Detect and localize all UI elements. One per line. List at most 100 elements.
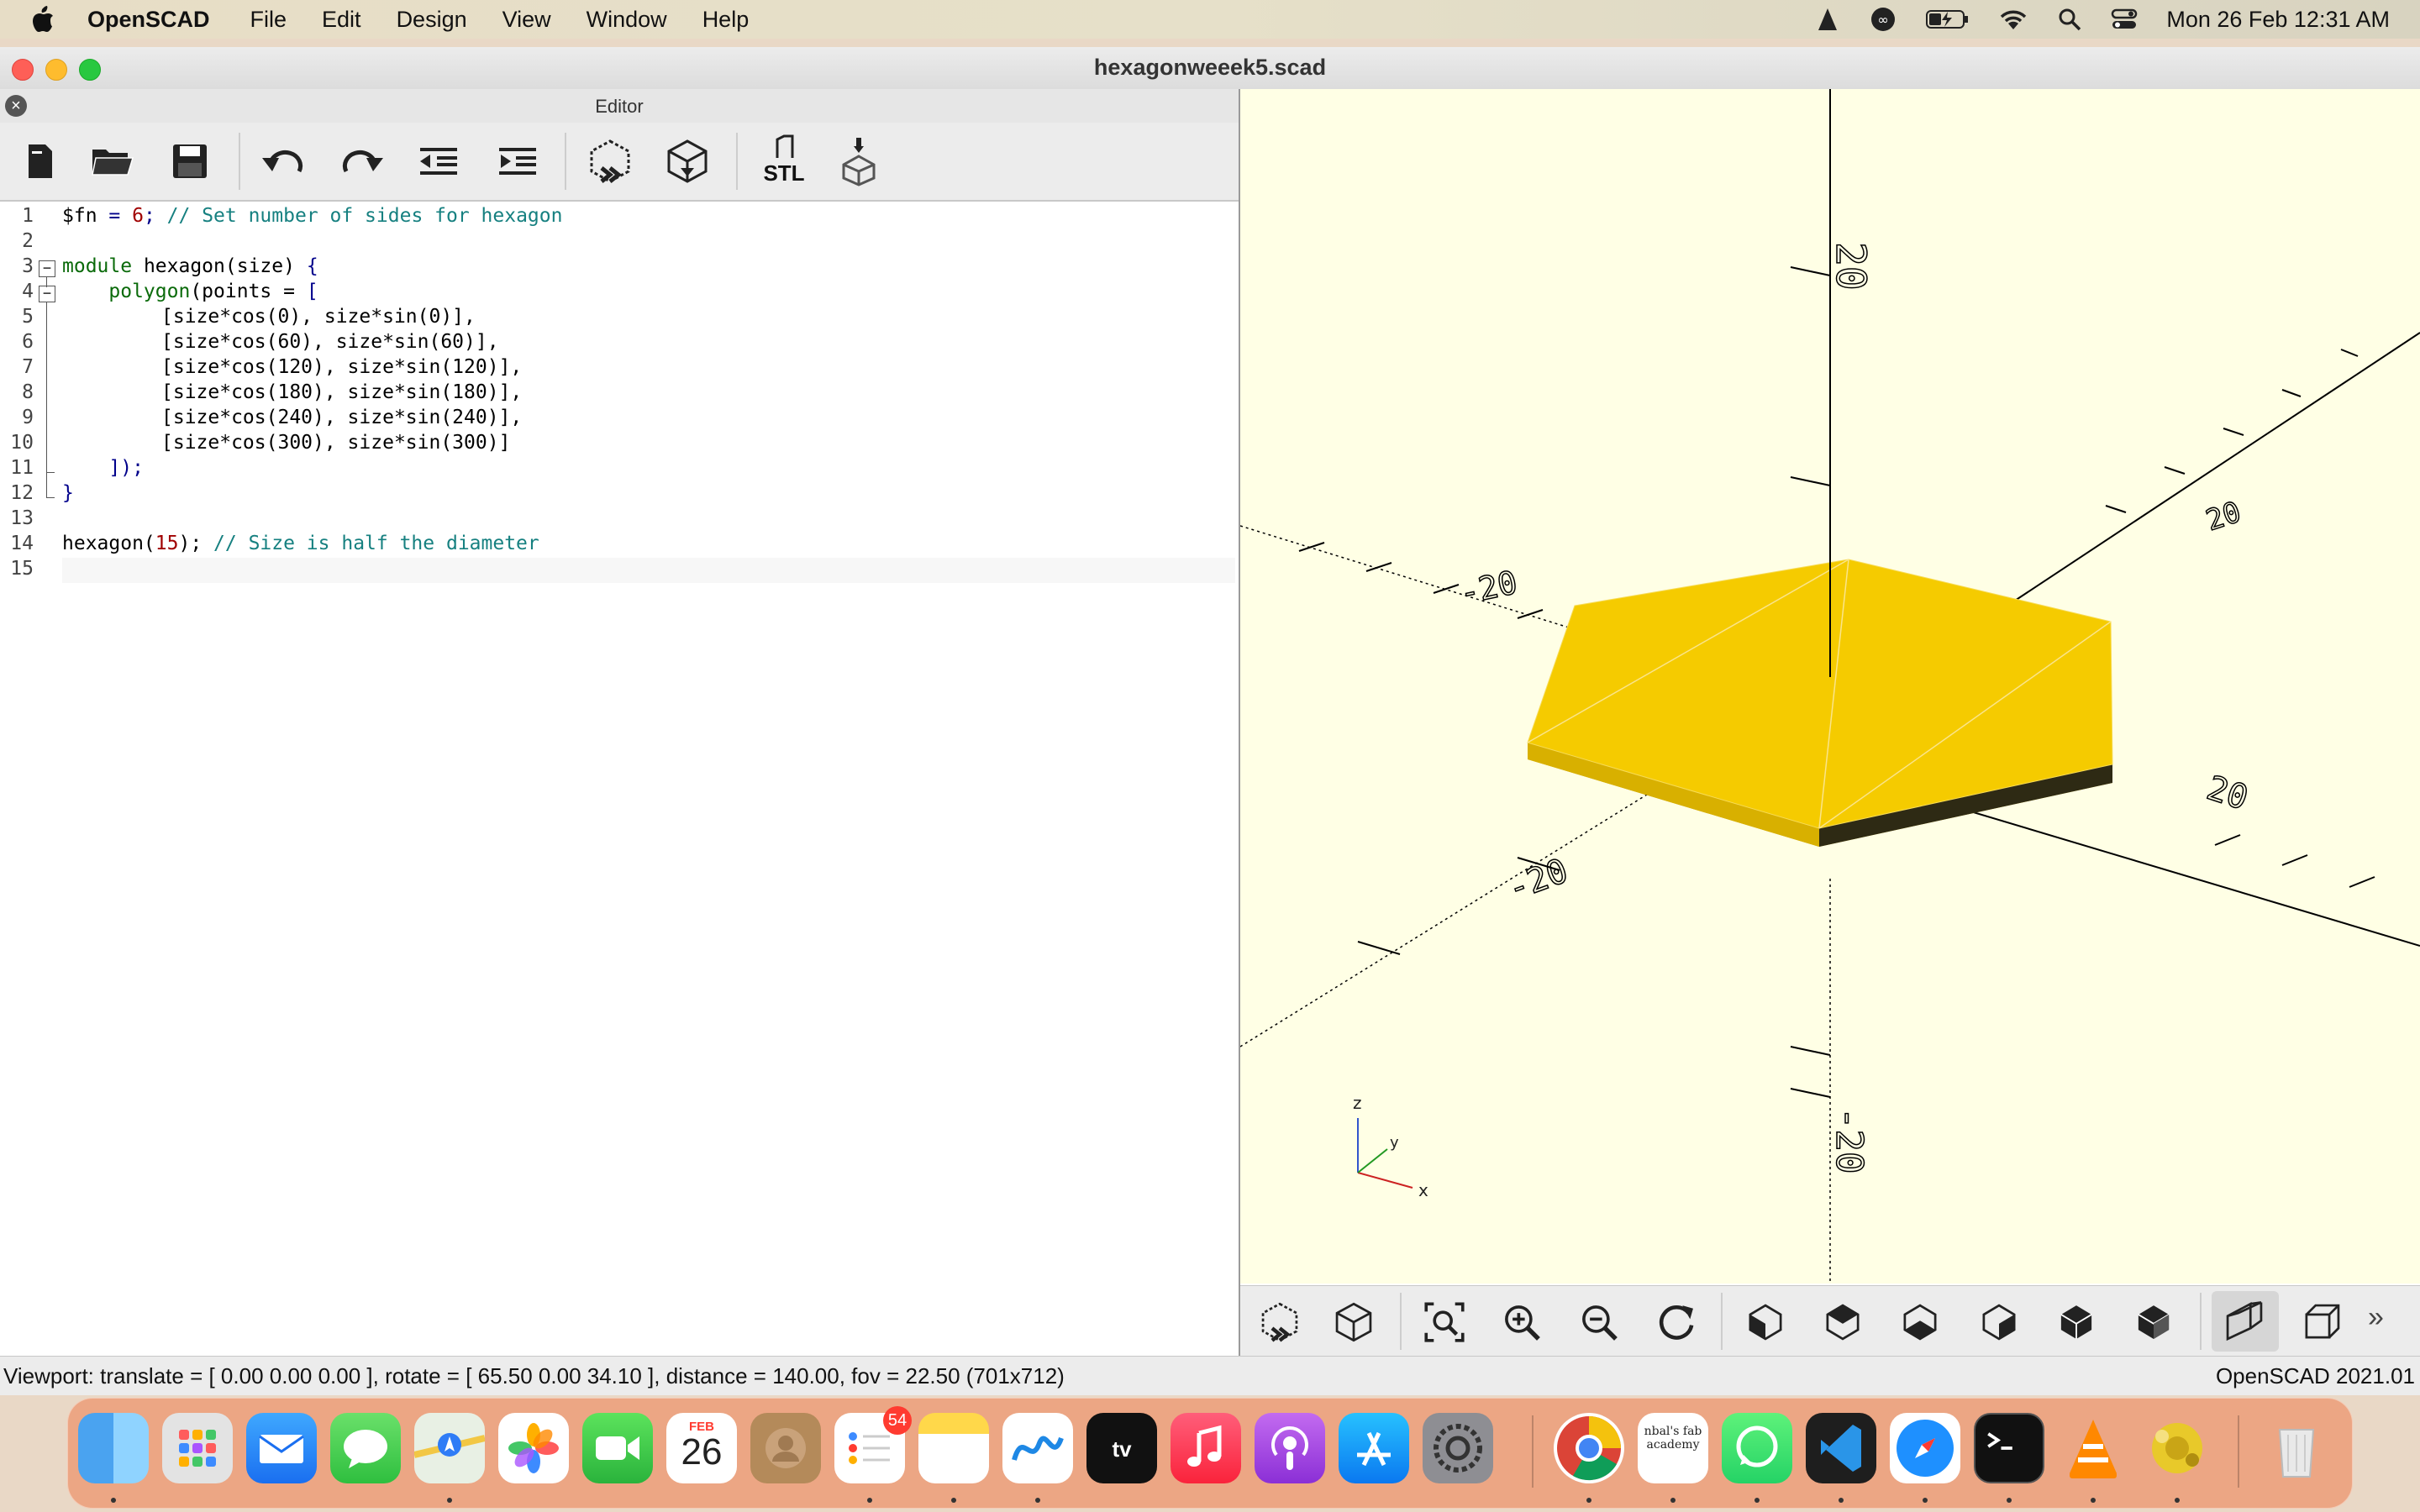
render-icon[interactable] bbox=[660, 134, 714, 188]
contacts-icon[interactable] bbox=[750, 1413, 821, 1483]
code-editor[interactable]: $fn = 6; // Set number of sides for hexa… bbox=[62, 202, 1235, 1394]
apple-tv-icon[interactable]: tv bbox=[1086, 1413, 1157, 1483]
openscad-icon[interactable] bbox=[2142, 1413, 2212, 1483]
vlc-icon[interactable] bbox=[2058, 1413, 2128, 1483]
messages-icon[interactable] bbox=[330, 1413, 401, 1483]
code-token: 15 bbox=[155, 533, 179, 554]
fab-academy-notes-text: nbal's fab academy bbox=[1644, 1425, 1702, 1452]
view-front-icon[interactable] bbox=[2052, 1298, 2101, 1347]
mail-icon[interactable] bbox=[246, 1413, 317, 1483]
code-line: ]); bbox=[62, 457, 144, 479]
line-number: 10 bbox=[10, 432, 34, 454]
menu-file[interactable]: File bbox=[250, 7, 287, 33]
menu-help[interactable]: Help bbox=[702, 7, 750, 33]
menu-datetime[interactable]: Mon 26 Feb 12:31 AM bbox=[2166, 7, 2390, 33]
infinity-status-icon[interactable]: ∞ bbox=[1869, 7, 1897, 32]
preview-icon[interactable] bbox=[1255, 1298, 1304, 1347]
menu-edit[interactable]: Edit bbox=[322, 7, 361, 33]
menu-window[interactable]: Window bbox=[587, 7, 667, 33]
calendar-day: 26 bbox=[681, 1431, 723, 1473]
code-comment: // Size is half the diameter bbox=[213, 533, 539, 554]
openscad-window: hexagonweeek5.scad × Editor STL 1 2 3 4 … bbox=[0, 47, 2420, 1395]
terminal-icon[interactable] bbox=[1974, 1413, 2044, 1483]
reset-view-icon[interactable] bbox=[1652, 1298, 1701, 1347]
vlc-status-icon[interactable] bbox=[1815, 7, 1840, 32]
launchpad-icon[interactable] bbox=[162, 1413, 233, 1483]
save-file-icon[interactable] bbox=[163, 134, 217, 188]
zoom-out-icon[interactable] bbox=[1575, 1298, 1623, 1347]
line-number: 9 bbox=[22, 407, 34, 428]
system-settings-icon[interactable] bbox=[1423, 1413, 1493, 1483]
safari-icon[interactable] bbox=[1890, 1413, 1960, 1483]
view-left-icon[interactable] bbox=[1975, 1298, 2023, 1347]
line-number: 2 bbox=[22, 230, 34, 252]
gizmo-label-y: y bbox=[1390, 1134, 1399, 1152]
view-right-icon[interactable] bbox=[1741, 1298, 1790, 1347]
indent-icon[interactable] bbox=[491, 134, 544, 188]
facetime-icon[interactable] bbox=[582, 1413, 653, 1483]
x-axis-negative bbox=[1240, 525, 1594, 636]
render-icon[interactable] bbox=[1329, 1298, 1378, 1347]
open-file-icon[interactable] bbox=[86, 134, 139, 188]
axis-label-z-neg: -20 bbox=[1828, 1107, 1870, 1173]
finder-icon[interactable] bbox=[78, 1413, 149, 1483]
line-number: 5 bbox=[22, 306, 34, 328]
dock-divider bbox=[2238, 1415, 2239, 1488]
maps-icon[interactable] bbox=[413, 1413, 486, 1483]
fab-academy-notes-icon[interactable]: nbal's fab academy bbox=[1638, 1413, 1708, 1483]
view-top-icon[interactable] bbox=[1818, 1298, 1867, 1347]
view-bottom-icon[interactable] bbox=[1896, 1298, 1944, 1347]
battery-icon[interactable] bbox=[1926, 8, 1970, 30]
code-line: [size*cos(0), size*sin(0)], bbox=[161, 306, 476, 328]
search-icon[interactable] bbox=[2057, 7, 2082, 32]
fold-toggle-module[interactable]: − bbox=[39, 260, 55, 277]
y-axis-negative bbox=[1240, 785, 1661, 1047]
menu-app-name[interactable]: OpenSCAD bbox=[87, 7, 210, 33]
axis-gizmo: z y x bbox=[1353, 1093, 1428, 1200]
app-store-icon[interactable] bbox=[1339, 1413, 1409, 1483]
photos-icon[interactable] bbox=[498, 1413, 569, 1483]
chrome-icon[interactable] bbox=[1554, 1413, 1624, 1483]
freeform-icon[interactable] bbox=[1002, 1413, 1073, 1483]
editor-title: Editor bbox=[595, 96, 644, 117]
notes-icon[interactable] bbox=[918, 1413, 989, 1483]
new-file-icon[interactable] bbox=[12, 134, 66, 188]
reminders-icon[interactable]: 54 bbox=[834, 1406, 912, 1483]
redo-icon[interactable] bbox=[334, 134, 388, 188]
wifi-icon[interactable] bbox=[1998, 8, 2028, 31]
menu-bar: OpenSCAD File Edit Design View Window He… bbox=[0, 0, 2420, 39]
whatsapp-icon[interactable] bbox=[1722, 1413, 1792, 1483]
view-all-icon[interactable] bbox=[1420, 1298, 1469, 1347]
preview-icon[interactable] bbox=[583, 134, 637, 188]
code-line: [size*cos(120), size*sin(120)], bbox=[161, 356, 523, 378]
export-stl-button[interactable]: STL bbox=[755, 134, 813, 188]
hexagon-model bbox=[1527, 559, 2113, 847]
3d-viewport[interactable]: 20 -20 20 -20 20 -20 z y x bbox=[1240, 89, 2420, 1284]
menu-design[interactable]: Design bbox=[397, 7, 467, 33]
line-number: 7 bbox=[22, 356, 34, 378]
music-icon[interactable] bbox=[1171, 1413, 1241, 1483]
view-back-icon[interactable] bbox=[2129, 1298, 2178, 1347]
axis-label-x-neg: -20 bbox=[1456, 564, 1520, 612]
code-line: $fn = 6; // Set number of sides for hexa… bbox=[62, 205, 562, 227]
trash-icon[interactable] bbox=[2261, 1413, 2332, 1483]
menu-view[interactable]: View bbox=[502, 7, 551, 33]
code-token: ); bbox=[178, 533, 214, 554]
vscode-icon[interactable] bbox=[1806, 1413, 1876, 1483]
send-to-printer-icon[interactable] bbox=[832, 134, 886, 188]
more-tools-icon[interactable]: » bbox=[2368, 1301, 2384, 1334]
podcasts-icon[interactable] bbox=[1255, 1413, 1325, 1483]
fold-toggle-polygon[interactable]: − bbox=[39, 286, 55, 302]
apple-menu-icon[interactable] bbox=[30, 5, 55, 34]
calendar-icon[interactable]: FEB 26 bbox=[666, 1413, 737, 1483]
code-line: [size*cos(240), size*sin(240)], bbox=[161, 407, 523, 428]
control-center-icon[interactable] bbox=[2111, 8, 2138, 31]
code-token: { bbox=[306, 255, 318, 277]
undo-icon[interactable] bbox=[257, 134, 311, 188]
code-line: } bbox=[62, 482, 74, 504]
orthogonal-view-icon[interactable] bbox=[2297, 1298, 2346, 1347]
unindent-icon[interactable] bbox=[412, 134, 466, 188]
perspective-view-icon[interactable] bbox=[2220, 1298, 2269, 1347]
zoom-in-icon[interactable] bbox=[1497, 1298, 1546, 1347]
axis-label-z-pos: 20 bbox=[1827, 242, 1874, 291]
